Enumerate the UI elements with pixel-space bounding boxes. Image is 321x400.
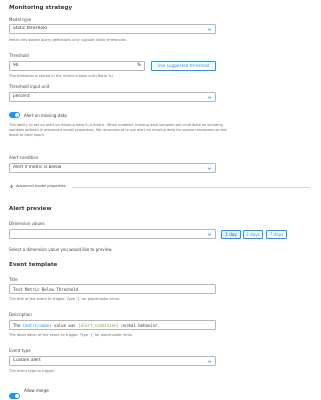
- alert-on-missing-data-label: Alert on missing data: [24, 112, 67, 118]
- model-type-hint: Metric key-based query definitions only …: [9, 38, 127, 42]
- range-3-days-button[interactable]: 3 days: [243, 230, 263, 239]
- missing-data-hint: The ability to set an alert on missing d…: [9, 123, 228, 137]
- threshold-unit: %: [136, 63, 141, 69]
- alert-condition-placeholder: {alert_condition}: [78, 322, 119, 328]
- range-7-days-button[interactable]: 7 days: [266, 230, 287, 239]
- threshold-input-unit-select[interactable]: percent: [9, 92, 216, 102]
- threshold-hint: The threshold is stored in the metric's …: [9, 74, 113, 78]
- event-description-input[interactable]: The {metricname} value was {alert_condit…: [9, 320, 216, 330]
- event-title-value: Test Metric Below Threshold: [13, 286, 79, 292]
- chevron-right-icon: [9, 184, 14, 189]
- advanced-model-properties-expander[interactable]: Advanced model properties: [9, 184, 66, 189]
- allow-merge-toggle[interactable]: [9, 393, 20, 399]
- metricname-placeholder: {metricname}: [22, 322, 52, 328]
- use-suggested-threshold-button[interactable]: Use suggested threshold: [151, 61, 216, 71]
- threshold-label: Threshold: [9, 53, 29, 58]
- chevron-down-icon: [206, 231, 212, 237]
- event-type-hint: The event type to trigger.: [9, 369, 56, 373]
- model-type-value: Static threshold: [13, 26, 47, 32]
- event-description-hint: The description of the event to trigger.…: [9, 333, 133, 337]
- chevron-down-icon: [206, 165, 212, 171]
- alert-preview-heading: Alert preview: [9, 206, 52, 212]
- monitoring-strategy-heading: Monitoring strategy: [9, 5, 73, 11]
- description-mid: value was: [51, 322, 79, 328]
- alert-condition-select[interactable]: Alert if metric is below: [9, 163, 216, 173]
- advanced-divider: [72, 187, 310, 188]
- model-type-label: Model type: [9, 17, 32, 22]
- threshold-input-unit-value: percent: [13, 94, 30, 100]
- event-title-label: Title: [9, 277, 18, 282]
- allow-merge-label: Allow merge: [24, 387, 49, 393]
- chevron-down-icon: [206, 26, 212, 32]
- event-type-select[interactable]: Custom alert: [9, 356, 216, 366]
- event-title-input[interactable]: Test Metric Below Threshold: [9, 284, 216, 294]
- description-suffix: normal behavior.: [119, 322, 160, 328]
- event-description-label: Description: [9, 312, 32, 317]
- threshold-input[interactable]: 90 %: [9, 61, 145, 71]
- description-prefix: The: [13, 322, 23, 328]
- dimension-select-hint: Select a dimension value you would like …: [9, 247, 113, 252]
- advanced-model-properties-label: Advanced model properties: [16, 184, 66, 189]
- chevron-down-icon: [206, 358, 212, 364]
- event-title-hint: The title of the event to trigger. Type …: [9, 297, 120, 301]
- alert-on-missing-data-toggle[interactable]: [9, 112, 20, 118]
- event-description-value: The {metricname} value was {alert_condit…: [13, 323, 212, 328]
- threshold-input-unit-label: Threshold input unit: [9, 84, 50, 89]
- alert-condition-label: Alert condition: [9, 155, 39, 160]
- chevron-down-icon: [206, 94, 212, 100]
- alert-condition-value: Alert if metric is below: [13, 165, 62, 171]
- dimension-values-select[interactable]: [9, 229, 216, 239]
- range-1-day-button[interactable]: 1 day: [221, 230, 241, 239]
- threshold-value: 90: [13, 63, 19, 69]
- event-type-label: Event type: [9, 348, 31, 353]
- event-template-heading: Event template: [9, 262, 58, 268]
- model-type-select[interactable]: Static threshold: [9, 24, 216, 34]
- dimension-values-label: Dimension values: [9, 221, 45, 226]
- event-type-value: Custom alert: [13, 358, 41, 364]
